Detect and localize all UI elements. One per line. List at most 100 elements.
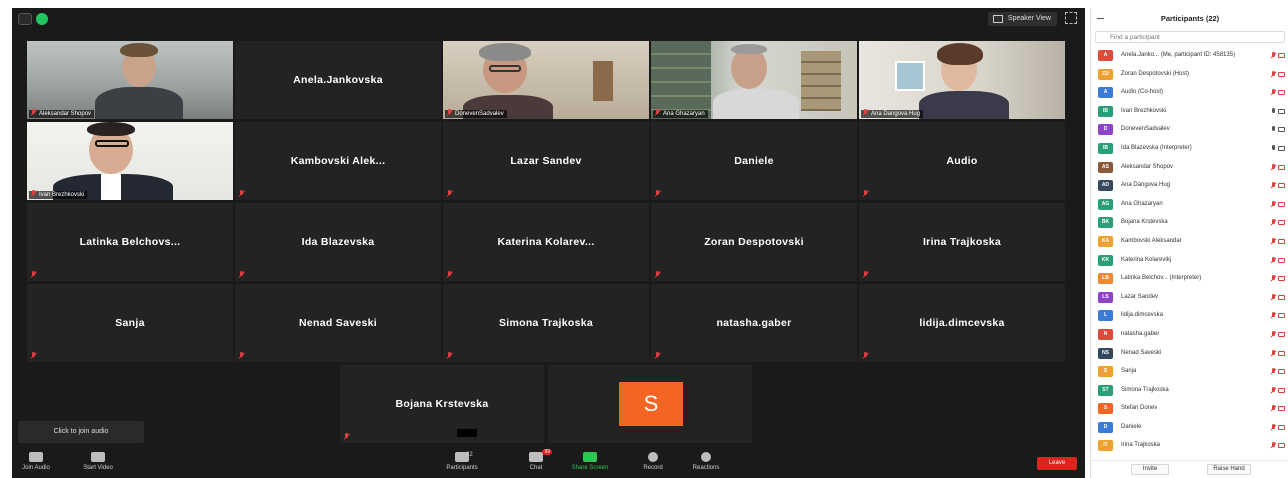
camera-off-icon [1278,220,1285,226]
participant-tile[interactable]: Irina Trajkoska [859,203,1065,281]
join-audio-button[interactable]: Join Audio [20,452,52,471]
participant-row[interactable]: AG Ana Ghazaryan [1091,195,1288,214]
video-tile[interactable]: Ana Ghazaryan [651,41,857,119]
video-tile[interactable]: Ivan Brezhkovski [27,122,233,200]
chat-button[interactable]: 99 Chat [522,449,552,471]
participant-avatar: KA [1098,235,1113,247]
participant-row[interactable]: KK Katerina Kolarevikj [1091,251,1288,270]
participant-search-input[interactable] [1095,31,1285,43]
security-shield-icon[interactable] [36,13,48,25]
name-label-redacted [457,429,477,437]
raise-hand-button[interactable]: Raise Hand [1207,464,1251,475]
participant-row[interactable]: NS Nenad Saveski [1091,344,1288,363]
participant-avatar: LS [1098,291,1113,303]
participant-row[interactable]: S Stefan Donev [1091,399,1288,418]
participant-row[interactable]: Llidija.dimcevska [1091,306,1288,325]
participant-row[interactable]: AD Ana Dangova Hug [1091,176,1288,195]
camera-off-icon [1278,238,1285,244]
leave-button[interactable]: Leave [1037,457,1077,470]
participant-tile[interactable]: Kambovski Alek... [235,122,441,200]
fullscreen-icon[interactable] [1065,12,1077,24]
video-tile[interactable]: Aleksandar Shopov [27,41,233,119]
muted-mic-icon [1271,89,1276,96]
participant-tile[interactable]: Anela.Jankovska [235,41,441,119]
participant-row[interactable]: LB Latinka Belchov... (Interpreter) [1091,269,1288,288]
participant-row[interactable]: AS Aleksandar Shopov [1091,158,1288,177]
participants-button[interactable]: 22 Participants [440,452,484,471]
muted-mic-icon [862,352,869,360]
participant-status-icons [1271,312,1285,319]
participant-row[interactable]: D DonevenSadvalev [1091,120,1288,139]
participant-row-name: Ida Blazevska (Interpreter) [1121,144,1192,151]
participant-row[interactable]: KA Kambovski Aleksandar [1091,232,1288,251]
muted-mic-icon [654,271,661,279]
participant-name: Latinka Belchovs... [79,236,181,248]
participant-row-name: Latinka Belchov... (Interpreter) [1121,275,1202,282]
participant-tile[interactable]: Bojana Krstevska [340,365,544,443]
participant-tile[interactable]: Zoran Despotovski [651,203,857,281]
participant-tile[interactable]: Katerina Kolarev... [443,203,649,281]
participant-row[interactable]: D Daniele [1091,418,1288,437]
camera-off-icon [1278,294,1285,300]
join-audio-tooltip[interactable]: Click to join audio [18,421,144,443]
camera-off-icon [1278,201,1285,207]
participant-tile[interactable]: Sanja [27,284,233,362]
muted-mic-icon [862,109,869,117]
participant-row[interactable]: IB Ivan Brezhkovski [1091,102,1288,121]
camera-off-icon [1278,164,1285,170]
speaker-view-button[interactable]: Speaker View [987,12,1057,26]
participant-row[interactable]: BK Bojana Krstevska [1091,213,1288,232]
participant-row[interactable]: A Audio (Co-host) [1091,83,1288,102]
participant-name-label: DonevenSadvalev [445,109,507,118]
muted-mic-icon [446,190,453,198]
participant-row[interactable]: IT Irina Trajkoska [1091,436,1288,455]
participant-avatar: N [1098,328,1113,340]
participant-row[interactable]: A Anela.Janko... (Me, participant ID: 458… [1091,46,1288,65]
camera-icon [1278,127,1285,133]
participant-avatar: AG [1098,198,1113,210]
participant-tile[interactable]: natasha.gaber [651,284,857,362]
muted-mic-icon [446,271,453,279]
participant-row[interactable]: Nnatasha.gaber [1091,325,1288,344]
participant-tile[interactable]: Lazar Sandev [443,122,649,200]
meeting-window: Speaker View Aleksandar Shopov Anela.Jan… [12,8,1085,478]
participant-tile[interactable]: Nenad Saveski [235,284,441,362]
participant-row[interactable]: IB Ida Blazevska (Interpreter) [1091,139,1288,158]
share-screen-button[interactable]: Share Screen [567,452,613,471]
participant-status-icons [1271,256,1285,264]
participant-row[interactable]: S Sanja [1091,362,1288,381]
participant-row-name: Kambovski Aleksandar [1121,237,1182,244]
participant-avatar: L [1098,310,1113,322]
camera-off-icon [1278,90,1285,96]
muted-mic-icon [862,271,869,279]
participant-tile[interactable]: Daniele [651,122,857,200]
active-speaker-tile[interactable]: DonevenSadvalev [443,41,649,119]
muted-mic-icon [1271,330,1276,338]
participant-tile[interactable]: lidija.dimcevska [859,284,1065,362]
camera-off-icon [1278,350,1285,356]
participant-avatar: A [1098,87,1113,99]
participant-status-icons [1271,368,1285,375]
participant-row[interactable]: LS Lazar Sandev [1091,288,1288,307]
participant-tile[interactable]: Ida Blazevska [235,203,441,281]
participant-name: Simona Trajkoska [498,317,594,329]
participant-row-name: Stefan Donev [1121,405,1158,412]
muted-mic-icon [30,190,37,198]
reactions-button[interactable]: Reactions [688,452,724,471]
participant-row[interactable]: ST Simona Trajkoska [1091,381,1288,400]
participant-row-name: DonevenSadvalev [1121,126,1170,133]
muted-mic-icon [446,352,453,360]
record-button[interactable]: Record [638,452,668,471]
participant-tile[interactable]: Audio [859,122,1065,200]
video-tile[interactable]: Ana Dangova Hug [859,41,1065,119]
invite-button[interactable]: Invite [1131,464,1169,475]
start-video-button[interactable]: Start Video [80,452,116,471]
participant-tile[interactable]: Simona Trajkoska [443,284,649,362]
participant-row[interactable]: ZD Zoran Despotovski (Host) [1091,65,1288,84]
camera-off-icon [1278,387,1285,393]
participant-name: Katerina Kolarev... [497,236,595,248]
participant-tile[interactable]: Latinka Belchovs... [27,203,233,281]
participant-status-icons [1271,219,1285,226]
participant-status-icons [1271,107,1285,115]
grid-icon[interactable] [18,13,32,25]
